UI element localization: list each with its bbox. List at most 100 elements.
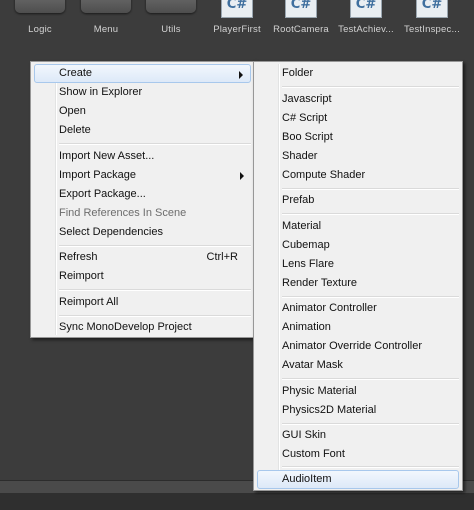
- submenu-item-folder[interactable]: Folder: [257, 64, 459, 83]
- menu-item-show-in-explorer[interactable]: Show in Explorer: [34, 83, 251, 102]
- menu-item-label: Animator Controller: [282, 302, 377, 314]
- menu-item-label: Create: [59, 67, 93, 79]
- menu-separator: [59, 289, 251, 291]
- menu-item-label: Prefab: [282, 194, 315, 206]
- menu-item-export-package[interactable]: Export Package...: [34, 185, 251, 204]
- folder-icon: [81, 0, 131, 13]
- menu-item-label: Avatar Mask: [282, 359, 343, 371]
- menu-separator: [282, 296, 459, 298]
- menu-separator: [59, 245, 251, 247]
- asset-label: Utils: [161, 24, 181, 35]
- csharp-script-icon: C#: [285, 0, 317, 18]
- submenu-item-csharp-script[interactable]: C# Script: [257, 109, 459, 128]
- menu-item-sync-monodevelop[interactable]: Sync MonoDevelop Project: [34, 318, 251, 337]
- menu-item-label: Import New Asset...: [59, 150, 155, 162]
- menu-item-import-new-asset[interactable]: Import New Asset...: [34, 147, 251, 166]
- project-context-menu: Create Show in Explorer Open Delete Impo…: [30, 61, 255, 338]
- menu-separator: [282, 378, 459, 380]
- menu-item-label: Delete: [59, 124, 91, 136]
- menu-item-import-package[interactable]: Import Package: [34, 166, 251, 185]
- submenu-arrow-icon: [240, 172, 244, 180]
- csharp-script-icon: C#: [221, 0, 253, 18]
- menu-item-label: Show in Explorer: [59, 86, 143, 98]
- menu-item-reimport[interactable]: Reimport: [34, 267, 251, 286]
- menu-item-label: Reimport: [59, 270, 104, 282]
- submenu-item-javascript[interactable]: Javascript: [257, 90, 459, 109]
- asset-item-rootcamera[interactable]: C# RootCamera: [267, 0, 335, 42]
- submenu-item-animation[interactable]: Animation: [257, 318, 459, 337]
- menu-item-delete[interactable]: Delete: [34, 121, 251, 140]
- submenu-item-prefab[interactable]: Prefab: [257, 191, 459, 210]
- menu-item-open[interactable]: Open: [34, 102, 251, 121]
- menu-item-label: AudioItem: [282, 473, 332, 485]
- menu-separator: [59, 315, 251, 317]
- submenu-item-physic-material[interactable]: Physic Material: [257, 382, 459, 401]
- asset-item-utils[interactable]: Utils: [137, 0, 205, 42]
- menu-item-label: Select Dependencies: [59, 226, 163, 238]
- submenu-item-audioitem[interactable]: AudioItem: [257, 470, 459, 489]
- status-bar: [0, 493, 474, 510]
- menu-item-label: Shader: [282, 150, 318, 162]
- menu-item-label: Javascript: [282, 93, 332, 105]
- folder-icon: [15, 0, 65, 13]
- asset-label: PlayerFirst: [213, 24, 261, 35]
- asset-item-testachiev[interactable]: C# TestAchiev...: [332, 0, 400, 42]
- menu-item-shortcut: Ctrl+R: [206, 251, 238, 263]
- menu-item-label: Animator Override Controller: [282, 340, 422, 352]
- submenu-item-avatar-mask[interactable]: Avatar Mask: [257, 356, 459, 375]
- submenu-item-cubemap[interactable]: Cubemap: [257, 236, 459, 255]
- menu-item-label: Compute Shader: [282, 169, 366, 181]
- submenu-item-lens-flare[interactable]: Lens Flare: [257, 255, 459, 274]
- menu-separator: [282, 213, 459, 215]
- menu-item-label: Render Texture: [282, 277, 358, 289]
- asset-item-logic[interactable]: Logic: [6, 0, 74, 42]
- asset-label: Logic: [28, 24, 52, 35]
- menu-item-label: Open: [59, 105, 86, 117]
- menu-item-label: Animation: [282, 321, 331, 333]
- csharp-badge: C#: [290, 0, 312, 12]
- menu-item-label: Material: [282, 220, 322, 232]
- menu-item-label: Refresh: [59, 251, 98, 263]
- asset-label: RootCamera: [273, 24, 329, 35]
- csharp-badge: C#: [421, 0, 443, 12]
- menu-separator: [282, 423, 459, 425]
- menu-item-reimport-all[interactable]: Reimport All: [34, 293, 251, 312]
- menu-separator: [282, 86, 459, 88]
- menu-item-label: Custom Font: [282, 448, 345, 460]
- csharp-badge: C#: [226, 0, 248, 12]
- submenu-item-animator-controller[interactable]: Animator Controller: [257, 299, 459, 318]
- menu-item-label: Boo Script: [282, 131, 333, 143]
- menu-item-label: C# Script: [282, 112, 328, 124]
- submenu-item-boo-script[interactable]: Boo Script: [257, 128, 459, 147]
- menu-item-label: Sync MonoDevelop Project: [59, 321, 192, 333]
- submenu-item-physics2d-material[interactable]: Physics2D Material: [257, 401, 459, 420]
- menu-item-refresh[interactable]: Refresh Ctrl+R: [34, 248, 251, 267]
- submenu-item-render-texture[interactable]: Render Texture: [257, 274, 459, 293]
- asset-label: Menu: [93, 24, 119, 35]
- menu-item-label: Reimport All: [59, 296, 119, 308]
- menu-item-find-references: Find References In Scene: [34, 204, 251, 223]
- submenu-item-animator-override-controller[interactable]: Animator Override Controller: [257, 337, 459, 356]
- menu-separator: [282, 466, 459, 468]
- submenu-item-compute-shader[interactable]: Compute Shader: [257, 166, 459, 185]
- menu-item-label: Find References In Scene: [59, 207, 187, 219]
- asset-item-testinspec[interactable]: C# TestInspec...: [398, 0, 466, 42]
- folder-icon: [146, 0, 196, 13]
- asset-item-playerfirst[interactable]: C# PlayerFirst: [203, 0, 271, 42]
- submenu-arrow-icon: [239, 71, 243, 79]
- submenu-item-custom-font[interactable]: Custom Font: [257, 445, 459, 464]
- menu-item-label: Folder: [282, 67, 314, 79]
- csharp-badge: C#: [355, 0, 377, 12]
- menu-item-label: Export Package...: [59, 188, 146, 200]
- submenu-item-shader[interactable]: Shader: [257, 147, 459, 166]
- menu-item-label: Physics2D Material: [282, 404, 377, 416]
- asset-item-menu[interactable]: Menu: [72, 0, 140, 42]
- submenu-item-gui-skin[interactable]: GUI Skin: [257, 426, 459, 445]
- create-submenu: Folder Javascript C# Script Boo Script S…: [253, 61, 463, 491]
- menu-item-create[interactable]: Create: [34, 64, 251, 83]
- menu-item-label: Import Package: [59, 169, 137, 181]
- menu-separator: [59, 143, 251, 145]
- menu-item-label: Physic Material: [282, 385, 357, 397]
- menu-item-select-dependencies[interactable]: Select Dependencies: [34, 223, 251, 242]
- submenu-item-material[interactable]: Material: [257, 217, 459, 236]
